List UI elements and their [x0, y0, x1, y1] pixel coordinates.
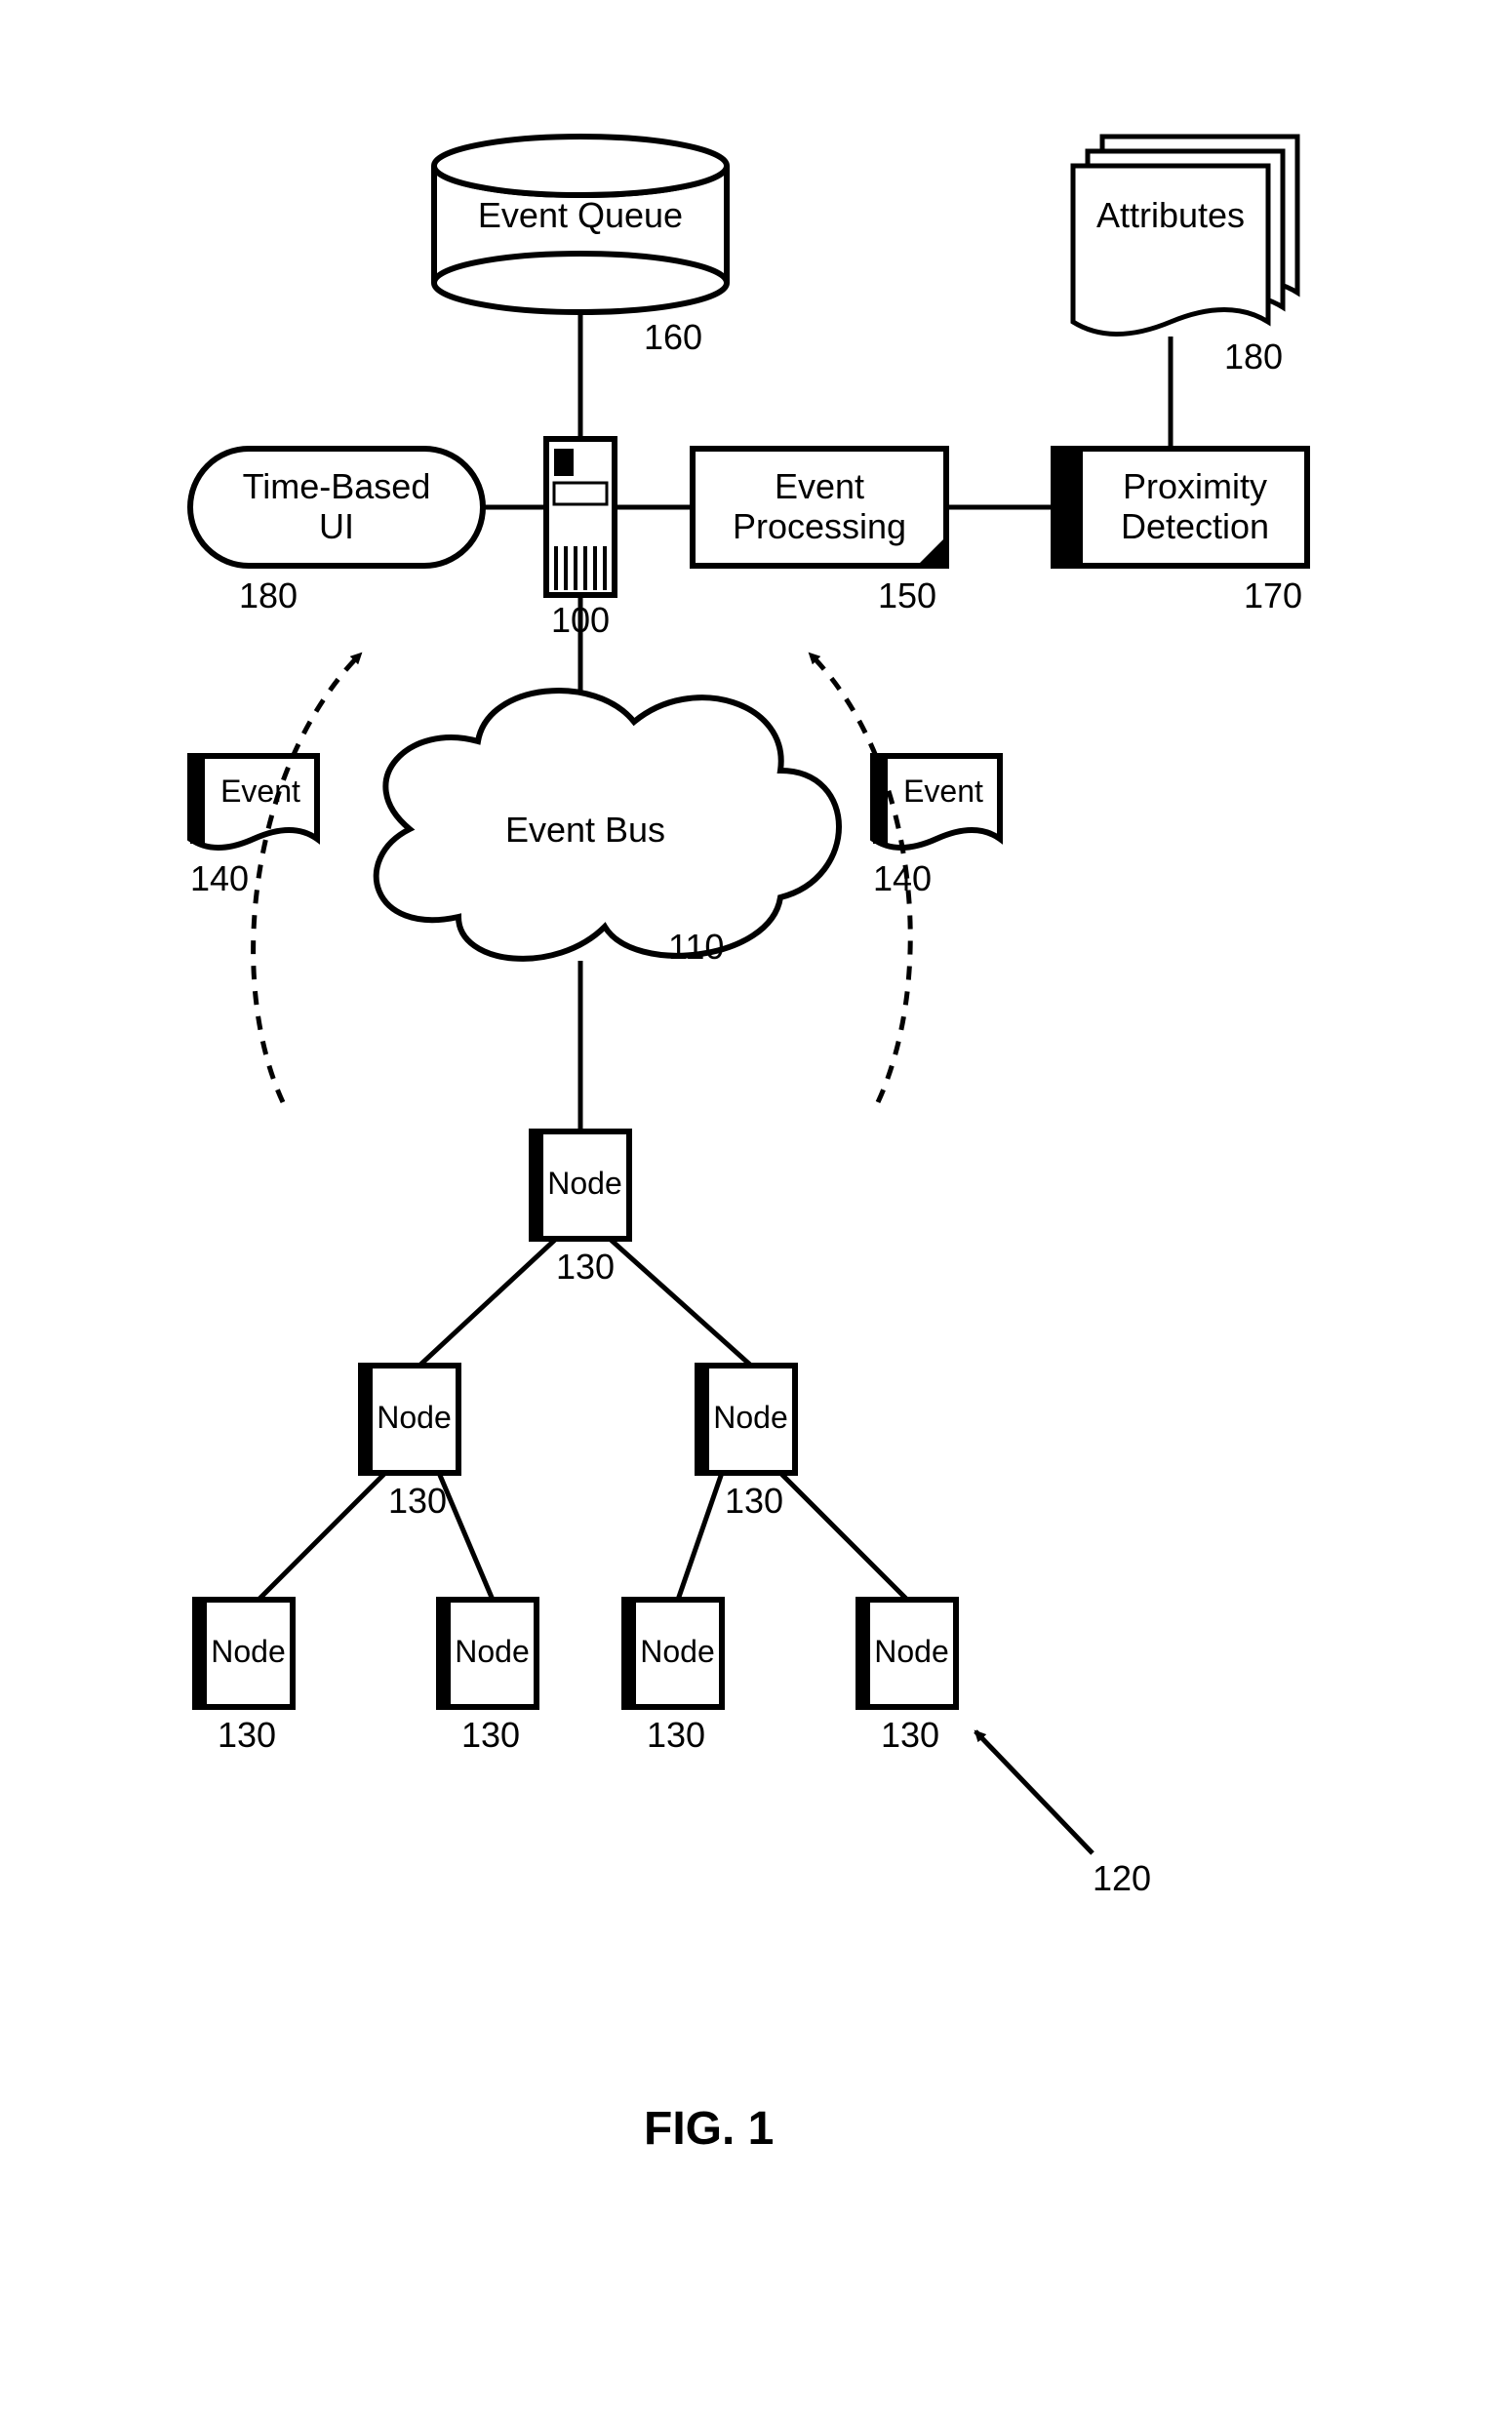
figure-caption: FIG. 1 — [644, 2102, 774, 2156]
event-left-label: Event — [203, 774, 318, 810]
node-root-label: Node — [538, 1166, 631, 1202]
event-right-num: 140 — [873, 858, 932, 899]
event-bus-num: 110 — [668, 927, 724, 968]
server-num: 100 — [551, 600, 610, 641]
node-ll-label: Node — [202, 1634, 295, 1670]
connector — [610, 1239, 751, 1366]
event-processing-label: Event Processing — [693, 466, 946, 547]
dashed-arrow-left — [254, 654, 361, 1102]
node-lr-label: Node — [446, 1634, 538, 1670]
reference-arrow-120 — [975, 1731, 1093, 1853]
connector — [419, 1239, 556, 1366]
attributes-label: Attributes — [1078, 195, 1263, 235]
event-right-label: Event — [886, 774, 1001, 810]
connector — [678, 1473, 722, 1600]
time-based-ui-label: Time-Based UI — [190, 466, 483, 547]
node-l-label: Node — [368, 1400, 460, 1436]
node-r-num: 130 — [725, 1481, 783, 1522]
event-queue-num: 160 — [644, 317, 702, 358]
node-lr-num: 130 — [461, 1715, 520, 1756]
proximity-label: Proximity Detection — [1083, 466, 1307, 547]
node-rr-label: Node — [865, 1634, 958, 1670]
time-based-ui-num: 180 — [239, 575, 298, 616]
event-bus-label: Event Bus — [458, 810, 712, 850]
connector — [259, 1473, 385, 1600]
node-root-num: 130 — [556, 1247, 615, 1288]
event-left-num: 140 — [190, 858, 249, 899]
node-rl-num: 130 — [647, 1715, 705, 1756]
node-r-label: Node — [704, 1400, 797, 1436]
tree-ref-num: 120 — [1093, 1858, 1151, 1899]
attributes-num: 180 — [1224, 337, 1283, 377]
connector — [780, 1473, 907, 1600]
node-ll-num: 130 — [218, 1715, 276, 1756]
server-shape — [546, 439, 615, 595]
event-processing-num: 150 — [878, 575, 936, 616]
diagram-canvas — [0, 0, 1512, 2420]
node-rl-label: Node — [631, 1634, 724, 1670]
proximity-num: 170 — [1244, 575, 1302, 616]
node-rr-num: 130 — [881, 1715, 939, 1756]
connector — [439, 1473, 493, 1600]
node-l-num: 130 — [388, 1481, 447, 1522]
event-queue-label: Event Queue — [434, 195, 727, 235]
